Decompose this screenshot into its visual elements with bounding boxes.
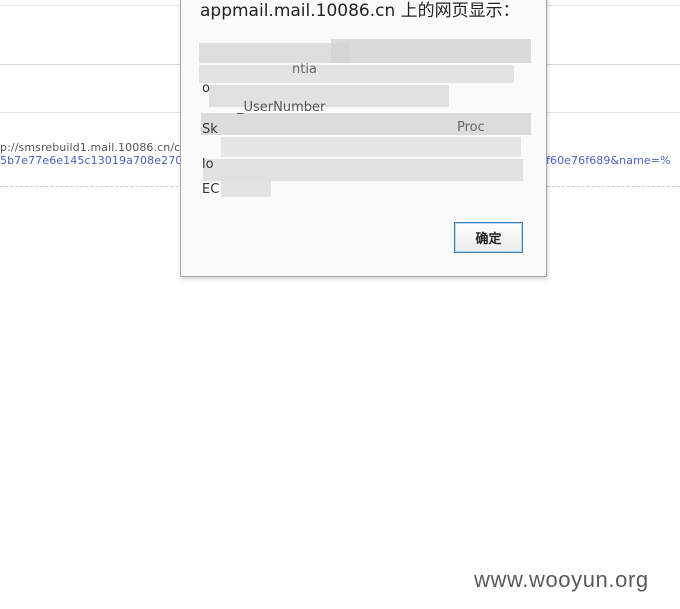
pixel-block bbox=[221, 181, 271, 197]
message-line: o bbox=[202, 81, 210, 96]
url-link-line-3[interactable]: f60e76f689&name=% bbox=[546, 154, 671, 167]
message-line: ntia bbox=[292, 62, 317, 77]
message-line: Proc bbox=[457, 120, 485, 135]
ok-button[interactable]: 确定 bbox=[454, 222, 523, 253]
url-text-line-1: p://smsrebuild1.mail.10086.cn/c bbox=[0, 141, 181, 154]
message-line: _UserNumber bbox=[237, 100, 326, 115]
pixel-block bbox=[203, 159, 523, 181]
alert-dialog: appmail.mail.10086.cn 上的网页显示： ntia o _Us… bbox=[180, 0, 547, 277]
pixel-block bbox=[331, 39, 531, 63]
message-line: Sk bbox=[202, 122, 218, 137]
pixel-block bbox=[221, 137, 521, 157]
message-line: EC bbox=[202, 182, 220, 197]
alert-dialog-body: appmail.mail.10086.cn 上的网页显示： ntia o _Us… bbox=[181, 0, 546, 276]
url-link-line-2[interactable]: 5b7e77e6e145c13019a708e2707 bbox=[0, 154, 190, 167]
watermark-text: www.wooyun.org bbox=[474, 567, 649, 592]
alert-dialog-title: appmail.mail.10086.cn 上的网页显示： bbox=[200, 1, 520, 21]
pixel-block bbox=[199, 43, 349, 63]
pixel-block bbox=[199, 65, 514, 83]
message-line: lo bbox=[202, 157, 214, 172]
